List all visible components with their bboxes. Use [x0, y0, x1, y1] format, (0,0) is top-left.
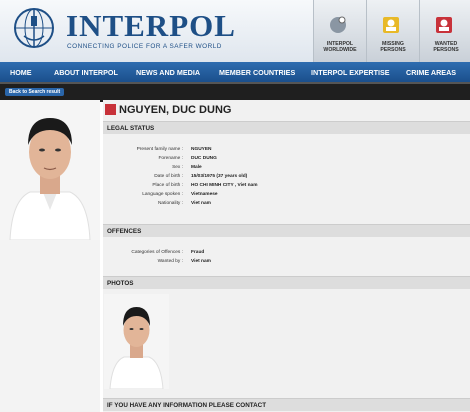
site-header: INTERPOL CONNECTING POLICE FOR A SAFER W… — [0, 0, 470, 62]
info-row: Sex : Male — [103, 165, 470, 173]
info-row: Place of birth : HO CHI MINH CITY , Viet … — [103, 183, 470, 191]
row-label: Nationality : — [157, 201, 183, 206]
nav-interpol-expertise[interactable]: INTERPOL EXPERTISE — [311, 68, 390, 77]
person-name: NGUYEN, DUC DUNG — [119, 104, 232, 116]
row-value: Viet nam — [191, 201, 211, 206]
nav-news-and-media[interactable]: NEWS AND MEDIA — [136, 68, 200, 77]
row-label: Place of birth : — [152, 183, 183, 188]
quick-link-label: INTERPOL WORLDWIDE — [323, 41, 357, 53]
nav-about-interpol[interactable]: ABOUT INTERPOL — [54, 68, 118, 77]
section-heading: OFFENCES — [107, 228, 142, 235]
quick-link-worldwide[interactable]: INTERPOL WORLDWIDE — [313, 0, 366, 62]
row-value: HO CHI MINH CITY , Viet nam — [191, 183, 258, 188]
info-row: Wanted by : Viet nam — [103, 259, 470, 267]
contact-section: IF YOU HAVE ANY INFORMATION PLEASE CONTA… — [103, 398, 470, 411]
quick-link-label: MISSING PERSONS — [380, 41, 406, 53]
row-label: Categories of Offences : — [131, 250, 183, 255]
nav-home[interactable]: HOME — [10, 68, 32, 77]
row-label: Wanted by : — [157, 259, 183, 264]
row-value: Vietnamese — [191, 192, 218, 197]
back-to-search-button[interactable]: Back to Search result — [5, 88, 65, 96]
info-row: Nationality : Viet nam — [103, 201, 470, 209]
site-title[interactable]: INTERPOL — [66, 8, 236, 44]
nav-member-countries[interactable]: MEMBER COUNTRIES — [219, 68, 295, 77]
row-label: Forename : — [158, 156, 183, 161]
quick-link-label: WANTED PERSONS — [433, 41, 459, 53]
section-heading: IF YOU HAVE ANY INFORMATION PLEASE CONTA… — [107, 402, 267, 409]
row-value: NGUYEN — [191, 147, 212, 152]
info-row: Date of birth : 15/03/1975 (37 years old) — [103, 174, 470, 182]
info-row: Categories of Offences : Fraud — [103, 250, 470, 258]
row-value: DUC DUNG — [191, 156, 217, 161]
info-row: Language spoken : Vietnamese — [103, 192, 470, 200]
row-value: 15/03/1975 (37 years old) — [191, 174, 248, 179]
quick-link-missing[interactable]: MISSING PERSONS — [366, 0, 419, 62]
row-value: Fraud — [191, 250, 205, 255]
section-heading: LEGAL STATUS — [107, 125, 155, 132]
offences-section: OFFENCES — [103, 224, 470, 237]
row-label: Sex : — [172, 165, 183, 170]
photo-thumbnail[interactable] — [104, 294, 169, 390]
photos-section: PHOTOS — [103, 276, 470, 289]
site-tagline: CONNECTING POLICE FOR A SAFER WORLD — [67, 43, 222, 50]
missing-persons-icon — [383, 17, 399, 33]
red-notice-icon — [105, 104, 116, 115]
nav-crime-areas[interactable]: CRIME AREAS — [406, 68, 456, 77]
row-label: Present family name : — [136, 147, 183, 152]
section-heading: PHOTOS — [107, 280, 134, 287]
sub-bar: Back to Search result — [0, 82, 470, 102]
row-label: Language spoken : — [142, 192, 183, 197]
main-nav: HOME ABOUT INTERPOL NEWS AND MEDIA MEMBE… — [0, 62, 470, 82]
person-photo — [0, 100, 100, 241]
wanted-persons-icon — [436, 17, 452, 33]
row-label: Date of birth : — [154, 174, 183, 179]
info-row: Forename : DUC DUNG — [103, 156, 470, 164]
quick-link-wanted[interactable]: WANTED PERSONS — [419, 0, 470, 62]
row-value: Viet nam — [191, 259, 211, 264]
legal-status-section: LEGAL STATUS — [103, 121, 470, 134]
globe-icon — [330, 16, 346, 33]
row-value: Male — [191, 165, 202, 170]
photo-column — [0, 100, 100, 412]
info-row: Present family name : NGUYEN — [103, 147, 470, 155]
person-photo-thumbnail — [104, 294, 169, 390]
interpol-logo-icon[interactable] — [12, 6, 56, 50]
